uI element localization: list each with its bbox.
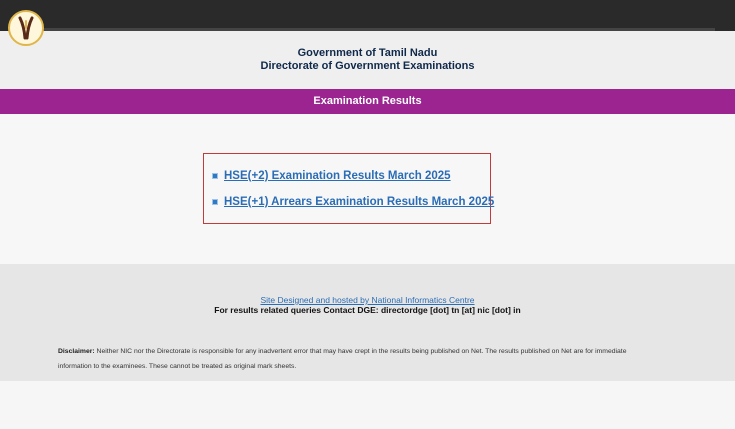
banner-title: Examination Results: [313, 95, 422, 107]
examination-results-banner: Examination Results: [0, 89, 735, 114]
list-item: HSE(+2) Examination Results March 2025: [212, 170, 451, 182]
page-bottom-area: [0, 381, 735, 429]
contact-info: For results related queries Contact DGE:…: [214, 305, 521, 315]
hse-plus1-arrears-results-link[interactable]: HSE(+1) Arrears Examination Results Marc…: [224, 196, 494, 208]
hse-plus2-results-link[interactable]: HSE(+2) Examination Results March 2025: [224, 170, 451, 182]
site-logo-icon: [8, 10, 44, 46]
top-browser-bar: [0, 0, 735, 31]
list-item: HSE(+1) Arrears Examination Results Marc…: [212, 196, 494, 208]
page-footer: Site Designed and hosted by National Inf…: [0, 264, 735, 381]
disclaimer-body: Neither NIC nor the Directorate is respo…: [58, 348, 627, 370]
main-content: HSE(+2) Examination Results March 2025 H…: [0, 114, 735, 264]
nic-site-credit-link[interactable]: Site Designed and hosted by National Inf…: [0, 295, 735, 305]
disclaimer-label: Disclaimer:: [58, 348, 95, 355]
header-directorate-title: Directorate of Government Examinations: [260, 60, 475, 72]
header-government-title: Government of Tamil Nadu: [297, 47, 438, 59]
page-header: Government of Tamil Nadu Directorate of …: [0, 31, 735, 89]
disclaimer-text: Disclaimer: Neither NIC nor the Director…: [58, 344, 648, 374]
square-bullet-icon: [212, 199, 218, 205]
square-bullet-icon: [212, 173, 218, 179]
results-links-box: HSE(+2) Examination Results March 2025 H…: [203, 153, 494, 224]
